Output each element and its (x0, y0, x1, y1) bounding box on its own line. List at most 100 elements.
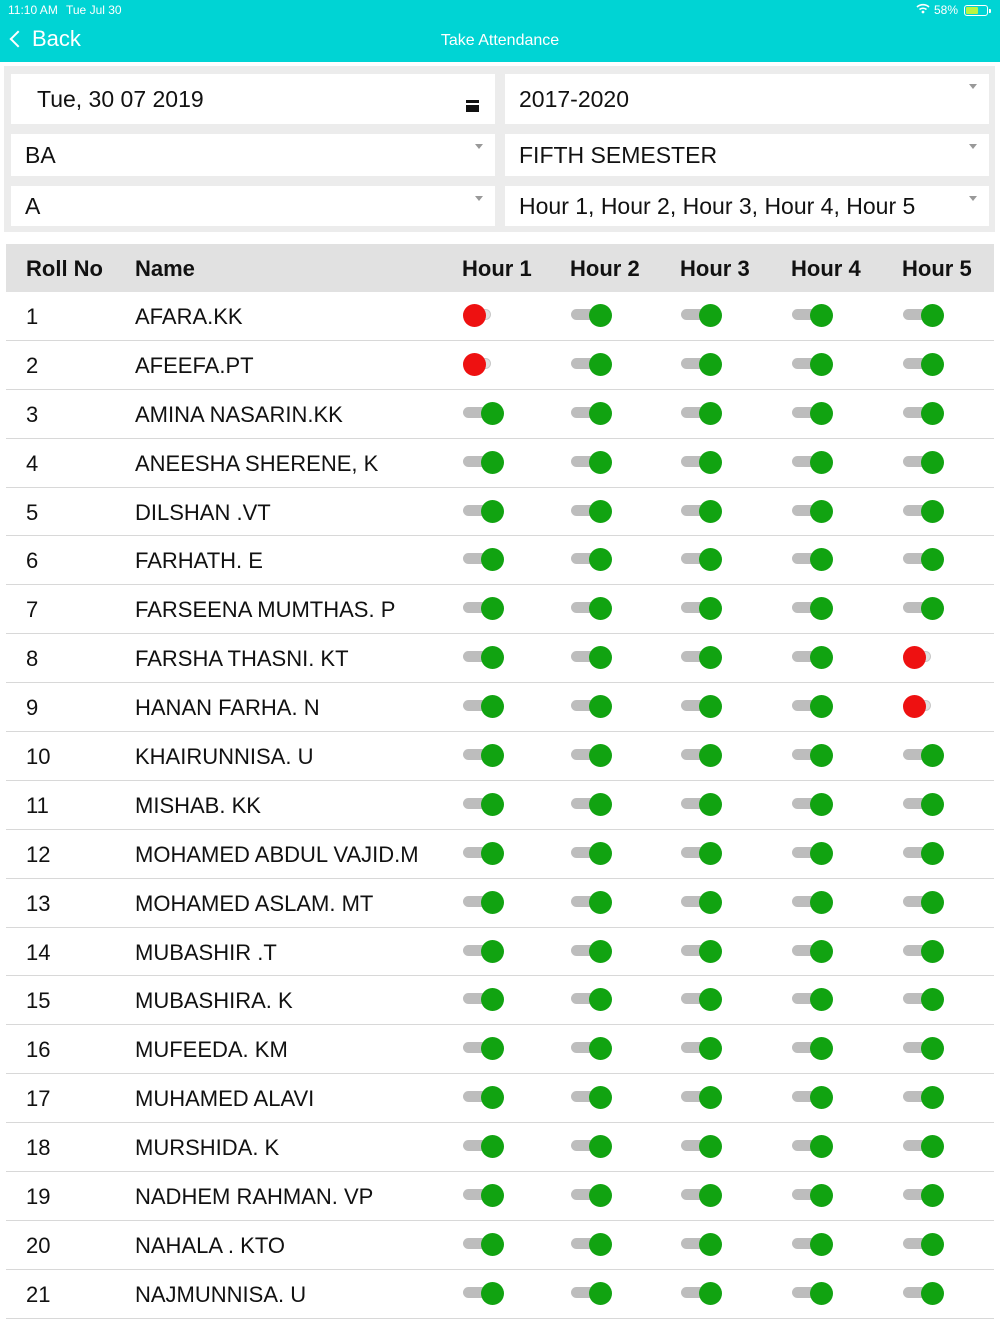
attendance-toggle-hour-3[interactable] (681, 352, 722, 376)
attendance-toggle-hour-4[interactable] (792, 744, 833, 768)
attendance-toggle-hour-4[interactable] (792, 352, 833, 376)
attendance-toggle-hour-1[interactable] (463, 304, 491, 327)
date-picker[interactable]: Tue, 30 07 2019 (11, 74, 495, 124)
attendance-toggle-hour-1[interactable] (463, 401, 504, 425)
attendance-toggle-hour-5[interactable] (903, 352, 944, 376)
attendance-toggle-hour-3[interactable] (681, 597, 722, 621)
hours-select[interactable]: Hour 1, Hour 2, Hour 3, Hour 4, Hour 5 (505, 186, 989, 226)
attendance-toggle-hour-3[interactable] (681, 1232, 722, 1256)
attendance-toggle-hour-4[interactable] (792, 450, 833, 474)
attendance-toggle-hour-2[interactable] (571, 597, 612, 621)
attendance-toggle-hour-5[interactable] (903, 890, 944, 914)
attendance-toggle-hour-3[interactable] (681, 1037, 722, 1061)
attendance-toggle-hour-3[interactable] (681, 841, 722, 865)
attendance-toggle-hour-1[interactable] (463, 352, 491, 376)
attendance-toggle-hour-5[interactable] (903, 304, 944, 327)
attendance-toggle-hour-4[interactable] (792, 988, 833, 1012)
attendance-toggle-hour-3[interactable] (681, 450, 722, 474)
division-select[interactable]: A (11, 186, 495, 226)
attendance-toggle-hour-1[interactable] (463, 890, 504, 914)
attendance-toggle-hour-4[interactable] (792, 1135, 833, 1159)
attendance-toggle-hour-2[interactable] (571, 1037, 612, 1061)
attendance-toggle-hour-3[interactable] (681, 792, 722, 816)
attendance-toggle-hour-1[interactable] (463, 548, 504, 572)
attendance-toggle-hour-4[interactable] (792, 890, 833, 914)
attendance-toggle-hour-4[interactable] (792, 499, 833, 523)
attendance-toggle-hour-3[interactable] (681, 401, 722, 425)
attendance-toggle-hour-4[interactable] (792, 597, 833, 621)
attendance-toggle-hour-1[interactable] (463, 1086, 504, 1110)
attendance-toggle-hour-5[interactable] (903, 597, 944, 621)
attendance-toggle-hour-1[interactable] (463, 939, 504, 963)
attendance-toggle-hour-5[interactable] (903, 792, 944, 816)
attendance-toggle-hour-5[interactable] (903, 646, 931, 670)
attendance-toggle-hour-2[interactable] (571, 744, 612, 768)
attendance-toggle-hour-2[interactable] (571, 1086, 612, 1110)
attendance-toggle-hour-5[interactable] (903, 548, 944, 572)
attendance-toggle-hour-4[interactable] (792, 304, 833, 327)
attendance-toggle-hour-4[interactable] (792, 1232, 833, 1256)
attendance-toggle-hour-3[interactable] (681, 988, 722, 1012)
attendance-toggle-hour-5[interactable] (903, 744, 944, 768)
course-select[interactable]: BA (11, 134, 495, 176)
attendance-toggle-hour-4[interactable] (792, 695, 833, 719)
attendance-toggle-hour-3[interactable] (681, 744, 722, 768)
attendance-toggle-hour-1[interactable] (463, 499, 504, 523)
attendance-toggle-hour-3[interactable] (681, 646, 722, 670)
attendance-toggle-hour-3[interactable] (681, 890, 722, 914)
attendance-toggle-hour-1[interactable] (463, 450, 504, 474)
batch-select[interactable]: 2017-2020 (505, 74, 989, 124)
attendance-toggle-hour-3[interactable] (681, 695, 722, 719)
attendance-toggle-hour-2[interactable] (571, 890, 612, 914)
attendance-toggle-hour-4[interactable] (792, 1037, 833, 1061)
attendance-toggle-hour-1[interactable] (463, 744, 504, 768)
attendance-toggle-hour-2[interactable] (571, 1281, 612, 1305)
attendance-toggle-hour-5[interactable] (903, 939, 944, 963)
attendance-toggle-hour-2[interactable] (571, 1232, 612, 1256)
attendance-toggle-hour-5[interactable] (903, 1232, 944, 1256)
attendance-toggle-hour-3[interactable] (681, 1184, 722, 1208)
attendance-toggle-hour-2[interactable] (571, 695, 612, 719)
attendance-toggle-hour-5[interactable] (903, 401, 944, 425)
attendance-toggle-hour-5[interactable] (903, 499, 944, 523)
attendance-toggle-hour-5[interactable] (903, 1184, 944, 1208)
attendance-toggle-hour-4[interactable] (792, 792, 833, 816)
attendance-toggle-hour-1[interactable] (463, 597, 504, 621)
attendance-toggle-hour-1[interactable] (463, 1135, 504, 1159)
attendance-toggle-hour-1[interactable] (463, 988, 504, 1012)
attendance-toggle-hour-4[interactable] (792, 841, 833, 865)
attendance-toggle-hour-2[interactable] (571, 792, 612, 816)
attendance-toggle-hour-2[interactable] (571, 401, 612, 425)
attendance-toggle-hour-1[interactable] (463, 1184, 504, 1208)
attendance-toggle-hour-2[interactable] (571, 499, 612, 523)
attendance-toggle-hour-5[interactable] (903, 450, 944, 474)
attendance-toggle-hour-5[interactable] (903, 841, 944, 865)
attendance-toggle-hour-4[interactable] (792, 646, 833, 670)
attendance-toggle-hour-3[interactable] (681, 939, 722, 963)
attendance-toggle-hour-1[interactable] (463, 792, 504, 816)
attendance-toggle-hour-3[interactable] (681, 499, 722, 523)
attendance-toggle-hour-4[interactable] (792, 1281, 833, 1305)
attendance-toggle-hour-4[interactable] (792, 548, 833, 572)
attendance-toggle-hour-4[interactable] (792, 939, 833, 963)
attendance-toggle-hour-2[interactable] (571, 548, 612, 572)
attendance-toggle-hour-1[interactable] (463, 841, 504, 865)
attendance-toggle-hour-1[interactable] (463, 1232, 504, 1256)
attendance-toggle-hour-5[interactable] (903, 1037, 944, 1061)
attendance-toggle-hour-1[interactable] (463, 1037, 504, 1061)
attendance-toggle-hour-5[interactable] (903, 1281, 944, 1305)
attendance-toggle-hour-2[interactable] (571, 352, 612, 376)
attendance-toggle-hour-1[interactable] (463, 695, 504, 719)
attendance-toggle-hour-3[interactable] (681, 1135, 722, 1159)
attendance-toggle-hour-3[interactable] (681, 1281, 722, 1305)
attendance-toggle-hour-1[interactable] (463, 1281, 504, 1305)
attendance-toggle-hour-4[interactable] (792, 1184, 833, 1208)
attendance-toggle-hour-2[interactable] (571, 841, 612, 865)
attendance-toggle-hour-2[interactable] (571, 939, 612, 963)
attendance-toggle-hour-2[interactable] (571, 450, 612, 474)
attendance-toggle-hour-3[interactable] (681, 1086, 722, 1110)
attendance-toggle-hour-2[interactable] (571, 988, 612, 1012)
attendance-toggle-hour-5[interactable] (903, 988, 944, 1012)
attendance-toggle-hour-3[interactable] (681, 304, 722, 327)
attendance-toggle-hour-5[interactable] (903, 1135, 944, 1159)
